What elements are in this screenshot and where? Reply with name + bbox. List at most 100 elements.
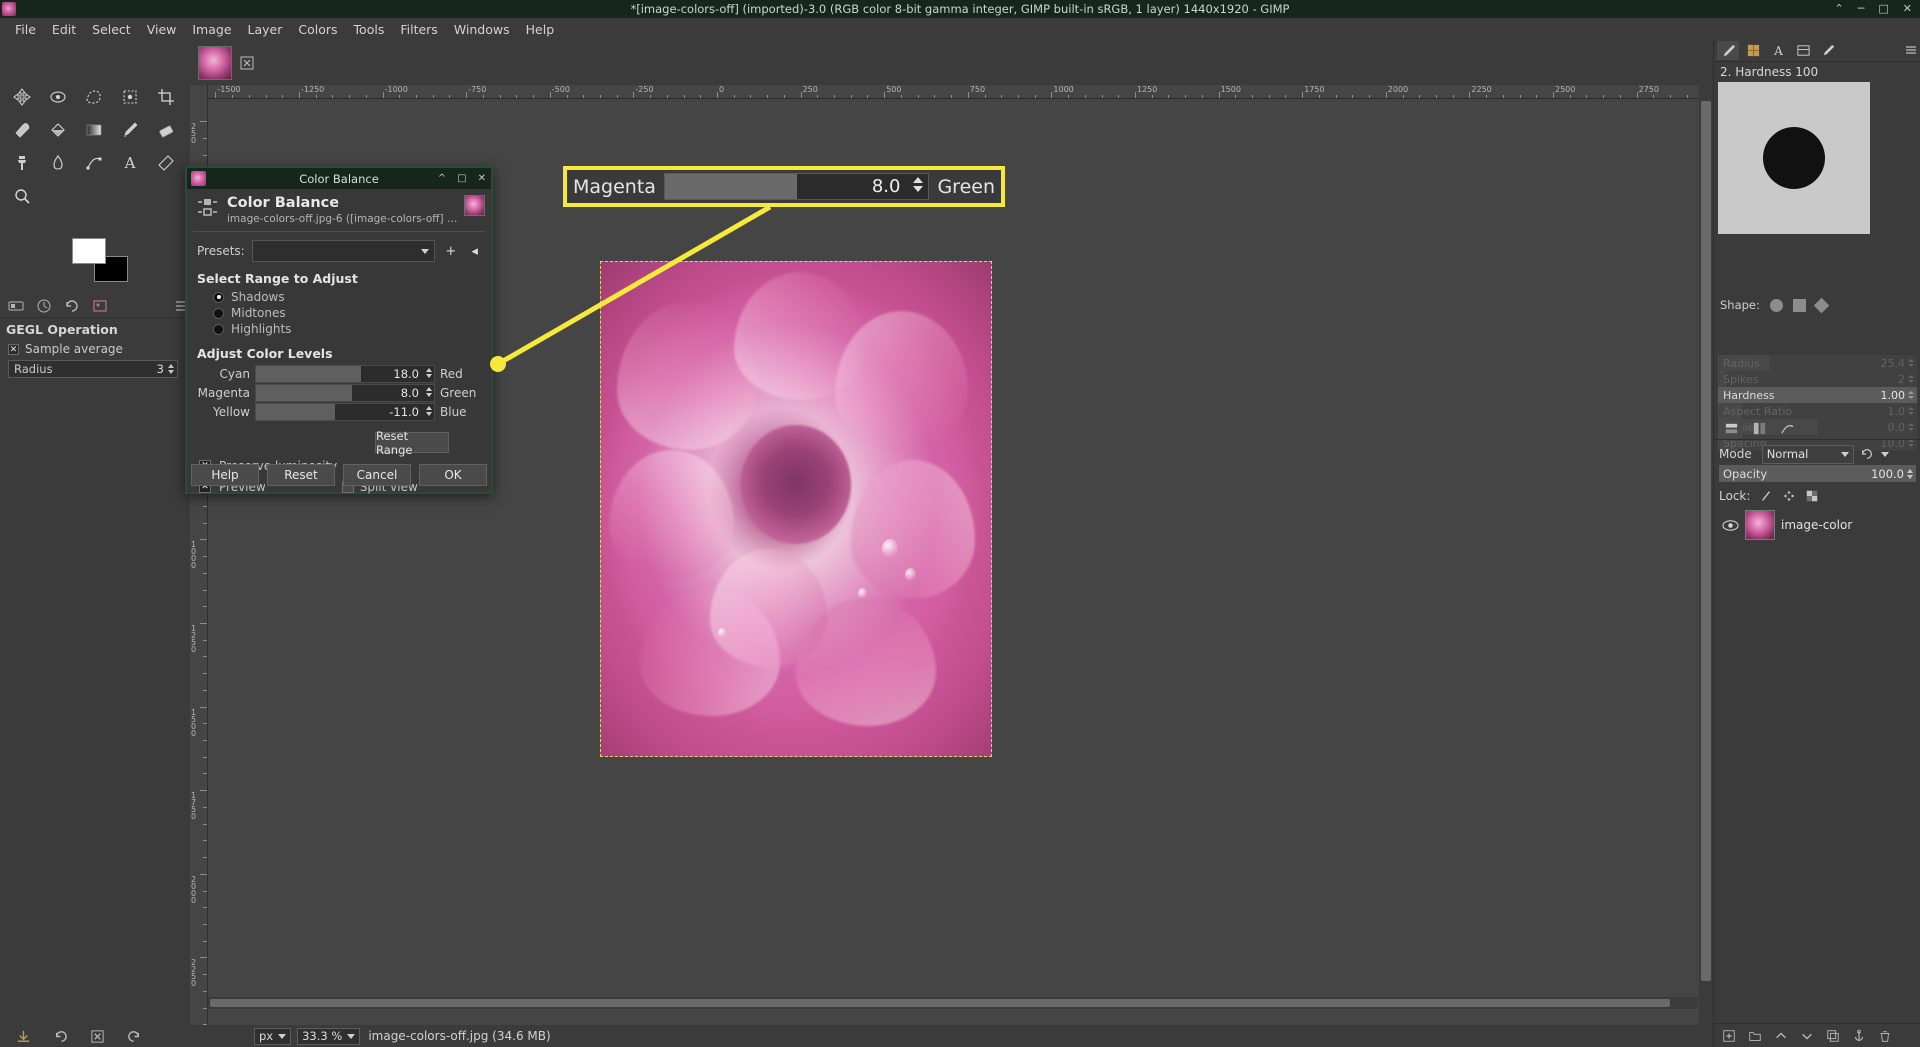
menu-help[interactable]: Help: [518, 20, 563, 39]
lock-alpha-icon[interactable]: [1805, 489, 1819, 503]
close-icon[interactable]: ✕: [478, 173, 486, 184]
yellow-blue-slider[interactable]: -11.0: [255, 403, 435, 421]
sample-average-option[interactable]: ✕ Sample average: [8, 342, 123, 356]
paths-tab[interactable]: [1775, 418, 1799, 438]
callout-stepper[interactable]: [913, 177, 924, 192]
smudge-tool[interactable]: [40, 146, 76, 179]
radio-shadows[interactable]: [213, 291, 224, 303]
square-shape-icon[interactable]: [1792, 298, 1806, 312]
presets-select[interactable]: [251, 240, 436, 262]
chevron-down-icon[interactable]: [1880, 451, 1889, 457]
radio-midtones[interactable]: [213, 307, 224, 319]
save-icon[interactable]: [16, 1029, 31, 1044]
eraser-tool[interactable]: [148, 113, 184, 146]
layer-list-item[interactable]: image-color: [1718, 508, 1917, 542]
brush-preview[interactable]: [1718, 82, 1870, 234]
maximize-icon[interactable]: ─: [1858, 0, 1865, 18]
crop-tool[interactable]: [148, 80, 184, 113]
foreground-color-swatch[interactable]: [72, 238, 106, 264]
lower-layer-icon[interactable]: [1800, 1029, 1814, 1043]
cancel-button[interactable]: Cancel: [343, 464, 411, 486]
duplicate-layer-icon[interactable]: [1826, 1029, 1840, 1043]
new-layer-icon[interactable]: [1722, 1029, 1736, 1043]
channels-tab[interactable]: [1747, 418, 1771, 438]
magenta-green-slider[interactable]: 8.0: [255, 384, 435, 402]
slider-stepper[interactable]: [1908, 407, 1917, 415]
brush-hardness-slider[interactable]: Hardness 1.00: [1718, 387, 1917, 403]
fuzzy-select-tool[interactable]: [112, 80, 148, 113]
layers-tab[interactable]: [1719, 418, 1743, 438]
device-status-icon[interactable]: [8, 298, 24, 314]
mode-select[interactable]: Normal: [1761, 444, 1854, 464]
blend-space-icon[interactable]: [1860, 447, 1874, 461]
heal-tool[interactable]: [4, 113, 40, 146]
menu-select[interactable]: Select: [84, 20, 139, 39]
brushes-tab[interactable]: [1717, 41, 1739, 60]
range-option-midtones[interactable]: Midtones: [187, 305, 491, 321]
slider-stepper[interactable]: [1908, 391, 1917, 399]
menu-edit[interactable]: Edit: [44, 20, 84, 39]
radius-spinner[interactable]: Radius 3: [8, 360, 178, 378]
documents-tab[interactable]: [1792, 41, 1814, 60]
undo-icon[interactable]: [53, 1029, 68, 1044]
new-group-icon[interactable]: [1748, 1029, 1762, 1043]
fonts-tab[interactable]: A: [1767, 41, 1789, 60]
tool-preset-icon[interactable]: [36, 298, 52, 314]
circle-shape-icon[interactable]: [1769, 298, 1783, 312]
reset-button[interactable]: Reset: [267, 464, 335, 486]
menu-filters[interactable]: Filters: [392, 20, 445, 39]
radio-highlights[interactable]: [213, 323, 224, 335]
cyan-red-slider[interactable]: 18.0: [255, 365, 435, 383]
color-swatches[interactable]: [72, 238, 132, 290]
dock-menu-icon[interactable]: [1904, 43, 1918, 57]
add-preset-button[interactable]: +: [442, 242, 459, 260]
anchor-layer-icon[interactable]: [1852, 1029, 1866, 1043]
bucket-fill-tool[interactable]: [40, 113, 76, 146]
canvas-horizontal-scrollbar[interactable]: [208, 997, 1698, 1009]
undo-history-icon[interactable]: [64, 298, 80, 314]
tool-options-tab[interactable]: [1817, 41, 1839, 60]
slider-stepper[interactable]: [1908, 375, 1917, 383]
preset-menu-button[interactable]: ◂: [466, 242, 483, 260]
slider-stepper[interactable]: [1908, 359, 1917, 367]
yellow-blue-stepper[interactable]: [426, 406, 432, 416]
images-icon[interactable]: [92, 298, 108, 314]
measure-tool[interactable]: [148, 146, 184, 179]
maximize-icon[interactable]: □: [457, 173, 466, 184]
delete-layer-icon[interactable]: [1878, 1029, 1892, 1043]
cyan-red-stepper[interactable]: [426, 368, 432, 378]
reset-range-button[interactable]: Reset Range: [375, 429, 449, 457]
eye-icon[interactable]: [1722, 519, 1739, 532]
opacity-stepper[interactable]: [1907, 468, 1916, 479]
lock-pixels-icon[interactable]: [1759, 489, 1773, 503]
range-option-shadows[interactable]: Shadows: [187, 289, 491, 305]
range-option-highlights[interactable]: Highlights: [187, 321, 491, 337]
lock-position-icon[interactable]: [1782, 489, 1796, 503]
menu-windows[interactable]: Windows: [446, 20, 518, 39]
magenta-green-stepper[interactable]: [426, 387, 432, 397]
patterns-tab[interactable]: [1742, 41, 1764, 60]
blur-sharpen-tool[interactable]: [40, 80, 76, 113]
radius-stepper[interactable]: [168, 364, 177, 374]
menu-image[interactable]: Image: [184, 20, 239, 39]
path-tool[interactable]: [76, 146, 112, 179]
raise-layer-icon[interactable]: [1774, 1029, 1788, 1043]
gradient-tool[interactable]: [76, 113, 112, 146]
callout-magenta-green-slider[interactable]: 8.0: [663, 173, 930, 200]
menu-file[interactable]: File: [7, 20, 44, 39]
move-tool[interactable]: [4, 80, 40, 113]
paintbrush-tool[interactable]: [112, 113, 148, 146]
free-select-tool[interactable]: [76, 80, 112, 113]
unit-selector[interactable]: px: [254, 1027, 292, 1045]
image-tab-thumbnail[interactable]: [198, 46, 232, 80]
clone-tool[interactable]: [4, 146, 40, 179]
help-button[interactable]: Help: [191, 464, 259, 486]
minimize-icon[interactable]: ^: [438, 173, 446, 184]
redo-icon[interactable]: [127, 1029, 142, 1044]
image-canvas-flower[interactable]: [600, 261, 992, 757]
brush-radius-slider[interactable]: Radius 25.4: [1718, 355, 1917, 371]
close-icon[interactable]: ✕: [1903, 0, 1912, 18]
close-icon[interactable]: [240, 56, 254, 70]
horizontal-ruler[interactable]: -1500 -1250 -1000 -750 -500 -250 0 250 500 750 100…: [208, 85, 1713, 99]
cancel-icon[interactable]: [90, 1029, 105, 1044]
